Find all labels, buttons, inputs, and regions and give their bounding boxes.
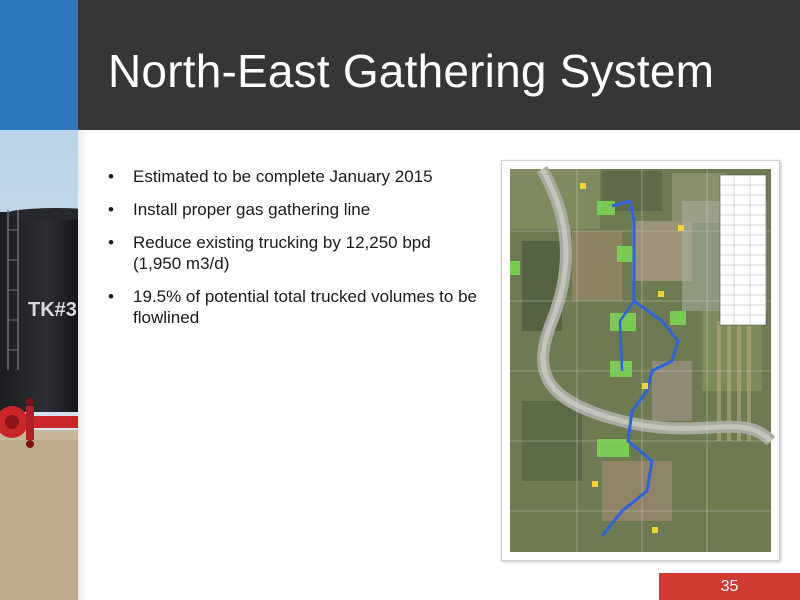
bullet-list: Estimated to be complete January 2015 In… [108,166,478,340]
bullet-item: Estimated to be complete January 2015 [108,166,478,187]
header-accent-strip [0,0,78,130]
storage-tank-photo: TK#3 [0,130,78,600]
bullet-item: Install proper gas gathering line [108,199,478,220]
pipeline-map [501,160,780,561]
bullet-item: 19.5% of potential total trucked volumes… [108,286,478,328]
slide-title: North-East Gathering System [108,45,715,97]
photo-shadow [78,130,88,600]
tank-label: TK#3 [28,299,77,321]
page-number: 35 [659,573,800,600]
bullet-item: Reduce existing trucking by 12,250 bpd (… [108,232,478,274]
